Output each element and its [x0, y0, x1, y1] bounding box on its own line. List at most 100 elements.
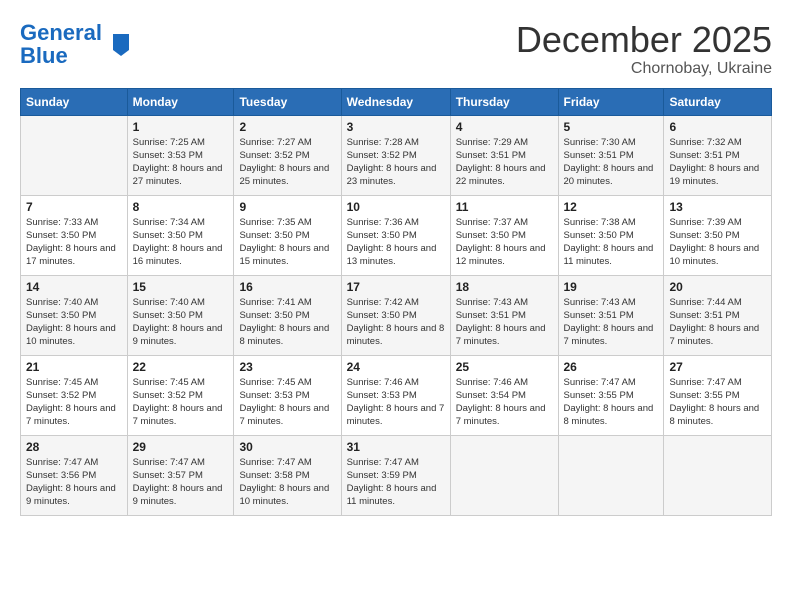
day-number: 31 — [347, 440, 445, 454]
calendar-cell: 1Sunrise: 7:25 AM Sunset: 3:53 PM Daylig… — [127, 115, 234, 195]
day-info: Sunrise: 7:45 AM Sunset: 3:52 PM Dayligh… — [133, 376, 229, 429]
calendar-cell: 17 Sunrise: 7:42 AM Sunset: 3:50 PM Dayli… — [341, 275, 450, 355]
calendar-cell — [450, 435, 558, 515]
calendar-cell: 6Sunrise: 7:32 AM Sunset: 3:51 PM Daylig… — [664, 115, 772, 195]
day-number: 19 — [564, 280, 659, 294]
calendar-cell: 4Sunrise: 7:29 AM Sunset: 3:51 PM Daylig… — [450, 115, 558, 195]
header-tuesday: Tuesday — [234, 88, 341, 115]
day-number: 29 — [133, 440, 229, 454]
day-info: Sunrise: 7:47 AM Sunset: 3:55 PM Dayligh… — [669, 376, 766, 429]
day-info: Sunrise: 7:27 AM Sunset: 3:52 PM Dayligh… — [239, 136, 335, 189]
day-number: 14 — [26, 280, 122, 294]
page-header: General Blue December 2025 Chornobay, Uk… — [20, 20, 772, 78]
day-number: 6 — [669, 120, 766, 134]
calendar-cell: 7 Sunrise: 7:33 AM Sunset: 3:50 PM Daylig… — [21, 195, 128, 275]
header-wednesday: Wednesday — [341, 88, 450, 115]
day-info: Sunrise: 7:28 AM Sunset: 3:52 PM Dayligh… — [347, 136, 445, 189]
day-number: 7 — [26, 200, 122, 214]
header-friday: Friday — [558, 88, 664, 115]
day-number: 26 — [564, 360, 659, 374]
day-number: 2 — [239, 120, 335, 134]
day-info: Sunrise: 7:37 AM Sunset: 3:50 PM Dayligh… — [456, 216, 553, 269]
calendar-cell: 22 Sunrise: 7:45 AM Sunset: 3:52 PM Dayli… — [127, 355, 234, 435]
calendar-cell: 23 Sunrise: 7:45 AM Sunset: 3:53 PM Dayli… — [234, 355, 341, 435]
calendar-cell: 15 Sunrise: 7:40 AM Sunset: 3:50 PM Dayli… — [127, 275, 234, 355]
day-info: Sunrise: 7:47 AM Sunset: 3:56 PM Dayligh… — [26, 456, 122, 509]
day-number: 23 — [239, 360, 335, 374]
calendar-week-2: 7 Sunrise: 7:33 AM Sunset: 3:50 PM Daylig… — [21, 195, 772, 275]
day-info: Sunrise: 7:47 AM Sunset: 3:57 PM Dayligh… — [133, 456, 229, 509]
header-saturday: Saturday — [664, 88, 772, 115]
calendar-week-1: 1Sunrise: 7:25 AM Sunset: 3:53 PM Daylig… — [21, 115, 772, 195]
day-number: 9 — [239, 200, 335, 214]
day-info: Sunrise: 7:43 AM Sunset: 3:51 PM Dayligh… — [456, 296, 553, 349]
day-info: Sunrise: 7:45 AM Sunset: 3:53 PM Dayligh… — [239, 376, 335, 429]
day-number: 15 — [133, 280, 229, 294]
day-info: Sunrise: 7:33 AM Sunset: 3:50 PM Dayligh… — [26, 216, 122, 269]
day-info: Sunrise: 7:40 AM Sunset: 3:50 PM Dayligh… — [26, 296, 122, 349]
day-number: 11 — [456, 200, 553, 214]
calendar-cell — [21, 115, 128, 195]
calendar-cell: 18 Sunrise: 7:43 AM Sunset: 3:51 PM Dayli… — [450, 275, 558, 355]
calendar-cell: 11 Sunrise: 7:37 AM Sunset: 3:50 PM Dayli… — [450, 195, 558, 275]
calendar-cell: 20 Sunrise: 7:44 AM Sunset: 3:51 PM Dayli… — [664, 275, 772, 355]
calendar-cell: 2 Sunrise: 7:27 AM Sunset: 3:52 PM Daylig… — [234, 115, 341, 195]
calendar-cell — [558, 435, 664, 515]
calendar-cell: 28 Sunrise: 7:47 AM Sunset: 3:56 PM Dayli… — [21, 435, 128, 515]
title-block: December 2025 Chornobay, Ukraine — [516, 20, 772, 78]
logo-blue: Blue — [20, 45, 68, 67]
calendar-cell: 9 Sunrise: 7:35 AM Sunset: 3:50 PM Daylig… — [234, 195, 341, 275]
day-info: Sunrise: 7:45 AM Sunset: 3:52 PM Dayligh… — [26, 376, 122, 429]
day-info: Sunrise: 7:46 AM Sunset: 3:53 PM Dayligh… — [347, 376, 445, 429]
calendar-table: SundayMondayTuesdayWednesdayThursdayFrid… — [20, 88, 772, 516]
day-number: 20 — [669, 280, 766, 294]
calendar-cell: 26 Sunrise: 7:47 AM Sunset: 3:55 PM Dayli… — [558, 355, 664, 435]
day-number: 1 — [133, 120, 229, 134]
day-number: 4 — [456, 120, 553, 134]
day-info: Sunrise: 7:47 AM Sunset: 3:58 PM Dayligh… — [239, 456, 335, 509]
day-info: Sunrise: 7:39 AM Sunset: 3:50 PM Dayligh… — [669, 216, 766, 269]
day-number: 5 — [564, 120, 659, 134]
day-info: Sunrise: 7:36 AM Sunset: 3:50 PM Dayligh… — [347, 216, 445, 269]
day-number: 17 — [347, 280, 445, 294]
day-number: 10 — [347, 200, 445, 214]
calendar-cell: 30 Sunrise: 7:47 AM Sunset: 3:58 PM Dayli… — [234, 435, 341, 515]
logo: General Blue — [20, 20, 118, 67]
calendar-cell: 25Sunrise: 7:46 AM Sunset: 3:54 PM Dayli… — [450, 355, 558, 435]
day-number: 27 — [669, 360, 766, 374]
day-number: 28 — [26, 440, 122, 454]
calendar-week-3: 14 Sunrise: 7:40 AM Sunset: 3:50 PM Dayli… — [21, 275, 772, 355]
header-sunday: Sunday — [21, 88, 128, 115]
calendar-cell: 13 Sunrise: 7:39 AM Sunset: 3:50 PM Dayli… — [664, 195, 772, 275]
day-number: 8 — [133, 200, 229, 214]
day-info: Sunrise: 7:44 AM Sunset: 3:51 PM Dayligh… — [669, 296, 766, 349]
calendar-week-5: 28 Sunrise: 7:47 AM Sunset: 3:56 PM Dayli… — [21, 435, 772, 515]
day-number: 22 — [133, 360, 229, 374]
day-info: Sunrise: 7:40 AM Sunset: 3:50 PM Dayligh… — [133, 296, 229, 349]
calendar-cell — [664, 435, 772, 515]
day-info: Sunrise: 7:47 AM Sunset: 3:59 PM Dayligh… — [347, 456, 445, 509]
day-info: Sunrise: 7:43 AM Sunset: 3:51 PM Dayligh… — [564, 296, 659, 349]
calendar-cell: 27 Sunrise: 7:47 AM Sunset: 3:55 PM Dayli… — [664, 355, 772, 435]
day-info: Sunrise: 7:38 AM Sunset: 3:50 PM Dayligh… — [564, 216, 659, 269]
day-number: 21 — [26, 360, 122, 374]
day-number: 3 — [347, 120, 445, 134]
sub-title: Chornobay, Ukraine — [516, 60, 772, 78]
calendar-cell: 10 Sunrise: 7:36 AM Sunset: 3:50 PM Dayli… — [341, 195, 450, 275]
day-info: Sunrise: 7:35 AM Sunset: 3:50 PM Dayligh… — [239, 216, 335, 269]
calendar-cell: 31 Sunrise: 7:47 AM Sunset: 3:59 PM Dayli… — [341, 435, 450, 515]
day-info: Sunrise: 7:34 AM Sunset: 3:50 PM Dayligh… — [133, 216, 229, 269]
day-number: 24 — [347, 360, 445, 374]
day-number: 12 — [564, 200, 659, 214]
day-info: Sunrise: 7:42 AM Sunset: 3:50 PM Dayligh… — [347, 296, 445, 349]
calendar-cell: 8 Sunrise: 7:34 AM Sunset: 3:50 PM Daylig… — [127, 195, 234, 275]
day-number: 13 — [669, 200, 766, 214]
calendar-header-row: SundayMondayTuesdayWednesdayThursdayFrid… — [21, 88, 772, 115]
day-number: 30 — [239, 440, 335, 454]
day-info: Sunrise: 7:47 AM Sunset: 3:55 PM Dayligh… — [564, 376, 659, 429]
calendar-cell: 5Sunrise: 7:30 AM Sunset: 3:51 PM Daylig… — [558, 115, 664, 195]
day-number: 16 — [239, 280, 335, 294]
day-number: 18 — [456, 280, 553, 294]
calendar-week-4: 21 Sunrise: 7:45 AM Sunset: 3:52 PM Dayli… — [21, 355, 772, 435]
calendar-cell: 21 Sunrise: 7:45 AM Sunset: 3:52 PM Dayli… — [21, 355, 128, 435]
